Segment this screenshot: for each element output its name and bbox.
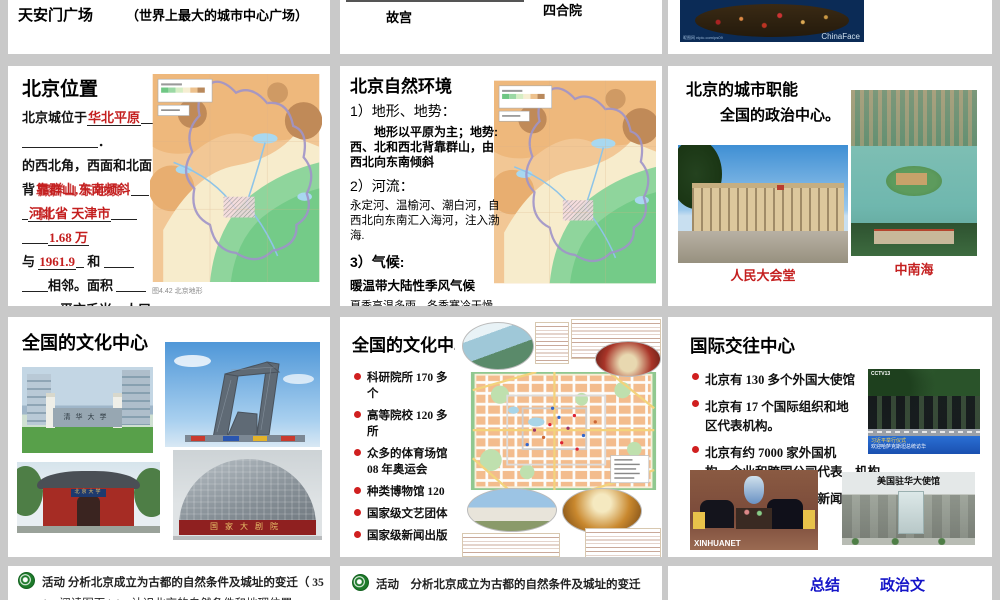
ncpa-sign: 国家大剧院	[178, 520, 317, 535]
sofa-cushion	[802, 510, 816, 530]
slide-culture-bullets[interactable]: 全国的文化中心 科研院所 170 多个 高等院校 120 多所 众多的体育场馆 …	[340, 317, 662, 557]
birdnest-photo: ChinaFace 昵图网 nipic.com/ps09	[680, 0, 864, 42]
city-blocks	[851, 90, 977, 147]
slide-subtitle: 全国的政治中心。	[720, 107, 841, 124]
beijing-topo-map	[150, 74, 322, 282]
trees	[842, 537, 975, 545]
embassy-building	[897, 490, 924, 534]
roof	[37, 470, 140, 489]
siheyuan-caption: 四合院	[543, 3, 583, 18]
xinhuanet-watermark: XINHUANET	[694, 539, 741, 548]
doorway	[77, 496, 100, 526]
map-caption: 图4.42 北京地形	[152, 288, 203, 295]
slide-activity-2[interactable]: 活动 分析北京成立为古都的自然条件及城址的变迁	[340, 566, 662, 600]
overlapped-answer: 藏群山 东地频斜	[38, 183, 120, 222]
island-building	[896, 173, 927, 185]
tsinghua-gate-photo: 清华大学	[22, 367, 153, 453]
sofa-cushion	[692, 511, 706, 530]
great-hall-caption: 人民大会堂	[730, 268, 796, 283]
steps	[173, 535, 322, 540]
table-flowers	[736, 508, 772, 530]
politics-label: 政治文	[880, 578, 926, 594]
slide-birdnest[interactable]: ChinaFace 昵图网 nipic.com/ps09	[668, 0, 992, 54]
figure-note	[535, 322, 569, 364]
tree	[134, 467, 160, 518]
cctv-tower-photo	[165, 342, 320, 447]
road	[17, 525, 160, 533]
slide-title: 天安门广场	[18, 7, 94, 24]
slide-tiananmen[interactable]: 天安门广场 （世界上最大的城市中心广场）	[8, 0, 330, 54]
emblem	[776, 185, 784, 190]
zhongnanhai-photo	[851, 90, 977, 256]
figure-note	[585, 528, 661, 557]
slide-location[interactable]: 北京位置 北京城位于华北平原 ． 的西北角，西面和北面 背靠群山,东南频斜 藏群山…	[8, 66, 330, 306]
slide-title: 北京位置	[22, 79, 99, 100]
summary-label: 总结	[810, 578, 841, 594]
tsinghua-sign: 清华大学	[53, 408, 122, 428]
cctv-building	[185, 361, 305, 442]
cropped-image-edge	[346, 0, 524, 2]
figure-note	[462, 533, 560, 557]
slide-city-functions[interactable]: 北京的城市职能 全国的政治中心。 人民大会堂 中南海	[668, 66, 992, 306]
slide-title: 北京的城市职能	[686, 82, 799, 99]
activity-subtext: 1．阅读图页4.4，认识北京的自然条件和地理位置	[42, 595, 324, 600]
activity-icon	[18, 572, 35, 589]
slide-palace-siheyuan[interactable]: 故宫 四合院	[340, 0, 662, 54]
embassy-caption: 美国驻华大使馆	[876, 476, 940, 486]
slide-title: 国际交往中心	[690, 336, 795, 356]
slide-summary[interactable]: 总结 政治文	[668, 566, 992, 600]
vase	[743, 476, 765, 504]
building	[121, 370, 151, 426]
chinaface-watermark: ChinaFace	[821, 32, 860, 41]
slide-activity-1[interactable]: 活动 分析北京成立为古都的自然条件及城址的变迁（ 35 1．阅读图页4.4，认识…	[8, 566, 330, 600]
beijing-city-map	[467, 372, 660, 490]
slide-subtitle: （世界上最大的城市中心广场）	[126, 8, 309, 23]
palace-caption: 故宫	[386, 10, 413, 25]
activity-label: 活动	[376, 579, 399, 591]
culture-bullets: 科研院所 170 多个 高等院校 120 多所 众多的体育场馆 08 年奥运会 …	[354, 369, 458, 549]
credit-watermark: 昵图网 nipic.com/ps09	[683, 35, 723, 40]
stadium-photo-oval	[595, 341, 661, 377]
slide-title: 全国的文化中心	[22, 333, 148, 353]
activity-label: 活动	[42, 577, 65, 589]
official-right	[766, 498, 803, 530]
pku-plaque: 北京大学	[71, 488, 106, 497]
slide-title: 全国的文化中心	[352, 336, 471, 355]
environment-text: 北京自然环境 1）地形、地势： 地形以平原为主；地势: 西、北和西北背靠群山，由…	[350, 72, 500, 306]
building-facade	[692, 183, 844, 236]
activity-icon	[352, 574, 369, 591]
slide-international[interactable]: 国际交往中心 CCTV13 习近平举行仪式 欢迎哈萨克斯坦总统访华 北京有 13…	[668, 317, 992, 557]
xinhua-meeting-photo: XINHUANET	[690, 470, 818, 550]
us-embassy-photo: 美国驻华大使馆	[842, 472, 975, 545]
pku-gate-photo: 北京大学	[17, 462, 160, 533]
great-hall-photo	[678, 145, 848, 263]
ncpa-dome-photo: 国家大剧院	[173, 450, 322, 540]
plaza	[678, 231, 848, 263]
dome-grid	[178, 459, 317, 526]
gate	[873, 229, 955, 245]
museum-photo-oval	[467, 488, 557, 532]
zhongnanhai-caption: 中南海	[894, 262, 934, 277]
culture-figure	[455, 317, 662, 557]
activity-text: 分析北京成立为古都的自然条件及城址的变迁（ 35	[67, 577, 324, 589]
slide-environment[interactable]: 北京自然环境 1）地形、地势： 地形以平原为主；地势: 西、北和西北背靠群山，由…	[340, 66, 662, 306]
activity-text: 分析北京成立为古都的自然条件及城址的变迁	[410, 579, 641, 591]
slide-culture-photos[interactable]: 全国的文化中心 清华大学 北京大学 国家大剧院	[8, 317, 330, 557]
tree	[17, 466, 43, 516]
beijing-topo-map	[494, 76, 656, 288]
lake-photo-oval	[462, 322, 534, 370]
slide-title: 北京自然环境	[350, 77, 452, 96]
lawn	[22, 427, 153, 453]
